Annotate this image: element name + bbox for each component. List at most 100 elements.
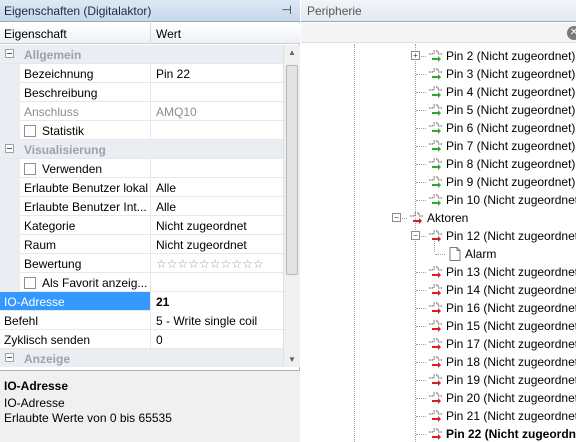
tree-connector [416, 128, 426, 129]
property-row[interactable]: Verwenden [0, 159, 283, 178]
property-row[interactable]: Kategorie Nicht zugeordnet [0, 216, 283, 235]
tree-node[interactable]: Pin 17 (Nicht zugeordnet) [428, 335, 576, 353]
row-gutter [0, 121, 20, 140]
digital-output-icon [429, 410, 442, 422]
tree-node[interactable]: Pin 19 (Nicht zugeordnet) [428, 371, 576, 389]
tree-node[interactable]: Pin 18 (Nicht zugeordnet) [428, 353, 576, 371]
property-row[interactable]: Statistik [0, 121, 283, 140]
tree-node-label: Pin 16 (Nicht zugeordnet) [446, 301, 576, 315]
row-gutter [0, 64, 20, 83]
category-row[interactable]: Anzeige [0, 349, 283, 367]
checkbox[interactable] [24, 163, 36, 175]
property-row[interactable]: IO-Adresse 21 [0, 292, 283, 311]
property-name: Erlaubte Benutzer Int... [24, 200, 147, 214]
peripherals-search-bar[interactable]: ✕ [301, 23, 576, 43]
collapse-node-icon[interactable]: − [411, 231, 420, 240]
tree-connector [416, 326, 426, 327]
property-value[interactable] [150, 83, 283, 102]
property-row[interactable]: Bezeichnung Pin 22 [0, 64, 283, 83]
tree-node[interactable]: Pin 7 (Nicht zugeordnet) [428, 137, 576, 155]
tree-node[interactable]: Pin 21 (Nicht zugeordnet) [428, 407, 576, 425]
scrollbar-thumb[interactable] [286, 65, 298, 275]
scroll-up-arrow-icon[interactable]: ▲ [288, 48, 296, 57]
digital-output-icon [429, 320, 442, 332]
clear-search-icon[interactable]: ✕ [567, 26, 576, 40]
scroll-down-arrow-icon[interactable]: ▼ [288, 355, 296, 364]
property-value[interactable]: 5 - Write single coil [150, 311, 283, 330]
tree-node[interactable]: Alarm [447, 245, 576, 263]
collapse-node-icon[interactable]: − [392, 213, 401, 222]
pin-icon[interactable]: ⊣ [282, 3, 292, 17]
tree-node[interactable]: Pin 4 (Nicht zugeordnet) [428, 83, 576, 101]
tree-node[interactable]: Pin 8 (Nicht zugeordnet) [428, 155, 576, 173]
digital-output-icon [429, 356, 442, 368]
property-value[interactable]: Alle [150, 178, 283, 197]
property-row[interactable]: Als Favorit anzeig... [0, 273, 283, 292]
property-row[interactable]: Anschluss AMQ10 [0, 102, 283, 121]
property-row[interactable]: Raum Nicht zugeordnet [0, 235, 283, 254]
tree-node-label: Pin 13 (Nicht zugeordnet) [446, 265, 576, 279]
tree-node[interactable]: Pin 16 (Nicht zugeordnet) [428, 299, 576, 317]
tree-node[interactable]: Pin 2 (Nicht zugeordnet) [428, 47, 576, 65]
tree-node[interactable]: Pin 3 (Nicht zugeordnet) [428, 65, 576, 83]
property-value[interactable]: AMQ10 [150, 102, 283, 121]
property-row[interactable]: Erlaubte Benutzer Int... Alle [0, 197, 283, 216]
tree-node[interactable]: Pin 20 (Nicht zugeordnet) [428, 389, 576, 407]
property-value[interactable] [150, 159, 283, 178]
tree-node-label: Aktoren [427, 211, 469, 225]
column-header-property[interactable]: Eigenschaft [4, 27, 67, 41]
property-value[interactable]: 21 [150, 292, 283, 311]
properties-panel: Eigenschaften (Digitalaktor) ⊣ Eigenscha… [0, 0, 300, 442]
rating-stars[interactable]: ☆☆☆☆☆☆☆☆☆☆ [150, 254, 283, 273]
checkbox[interactable] [24, 277, 36, 289]
digital-input-icon [429, 122, 442, 134]
property-value[interactable] [150, 273, 283, 292]
tree-node[interactable]: Pin 22 (Nicht zugeordnet) [428, 425, 576, 442]
property-row[interactable]: Erlaubte Benutzer lokal Alle [0, 178, 283, 197]
document-icon [449, 247, 461, 261]
tree-node[interactable]: Pin 14 (Nicht zugeordnet) [428, 281, 576, 299]
checkbox[interactable] [24, 125, 36, 137]
tree-connector [416, 434, 426, 435]
column-divider[interactable] [150, 23, 151, 44]
property-value[interactable] [150, 121, 283, 140]
property-row[interactable]: Befehl 5 - Write single coil [0, 311, 283, 330]
collapse-category-icon[interactable] [5, 144, 14, 153]
tree-node[interactable]: Pin 5 (Nicht zugeordnet) [428, 101, 576, 119]
property-row[interactable]: Beschreibung [0, 83, 283, 102]
property-name: IO-Adresse [4, 295, 65, 309]
tree-node[interactable]: Pin 9 (Nicht zugeordnet) [428, 173, 576, 191]
property-name: Kategorie [24, 219, 76, 233]
property-value[interactable]: Nicht zugeordnet [150, 235, 283, 254]
property-row[interactable]: Bewertung ☆☆☆☆☆☆☆☆☆☆ [0, 254, 283, 273]
tree-connector [435, 254, 445, 255]
property-value[interactable]: Nicht zugeordnet [150, 216, 283, 235]
category-row[interactable]: Visualisierung [0, 140, 283, 159]
digital-input-icon [429, 194, 442, 206]
tree-node-label: Pin 4 (Nicht zugeordnet) [446, 85, 576, 99]
row-gutter [0, 102, 20, 121]
tree-connector [416, 416, 426, 417]
property-value[interactable]: Pin 22 [150, 64, 283, 83]
tree-node[interactable]: Pin 6 (Nicht zugeordnet) [428, 119, 576, 137]
tree-node[interactable]: Pin 12 (Nicht zugeordnet) [428, 227, 576, 245]
checkbox-label: Verwenden [42, 162, 103, 176]
column-header-value[interactable]: Wert [156, 27, 181, 41]
category-row[interactable]: Allgemein [0, 45, 283, 64]
property-row[interactable]: Zyklisch senden 0 [0, 330, 283, 349]
tree-guide-line [415, 44, 416, 442]
collapse-category-icon[interactable] [5, 49, 14, 58]
tree-node-label: Pin 21 (Nicht zugeordnet) [446, 409, 576, 423]
tree-node[interactable]: Aktoren [409, 209, 576, 227]
tree-node[interactable]: Pin 10 (Nicht zugeordnet) [428, 191, 576, 209]
tree-node[interactable]: Pin 13 (Nicht zugeordnet) [428, 263, 576, 281]
property-value[interactable]: 0 [150, 330, 283, 349]
tree-connector [416, 110, 426, 111]
collapse-category-icon[interactable] [5, 353, 14, 362]
property-grid-scrollbar[interactable]: ▲ ▼ [283, 45, 300, 367]
tree-connector [416, 344, 426, 345]
tree-node-label: Pin 6 (Nicht zugeordnet) [446, 121, 576, 135]
property-value[interactable]: Alle [150, 197, 283, 216]
expand-node-icon[interactable]: + [411, 51, 420, 60]
tree-node[interactable]: Pin 15 (Nicht zugeordnet) [428, 317, 576, 335]
